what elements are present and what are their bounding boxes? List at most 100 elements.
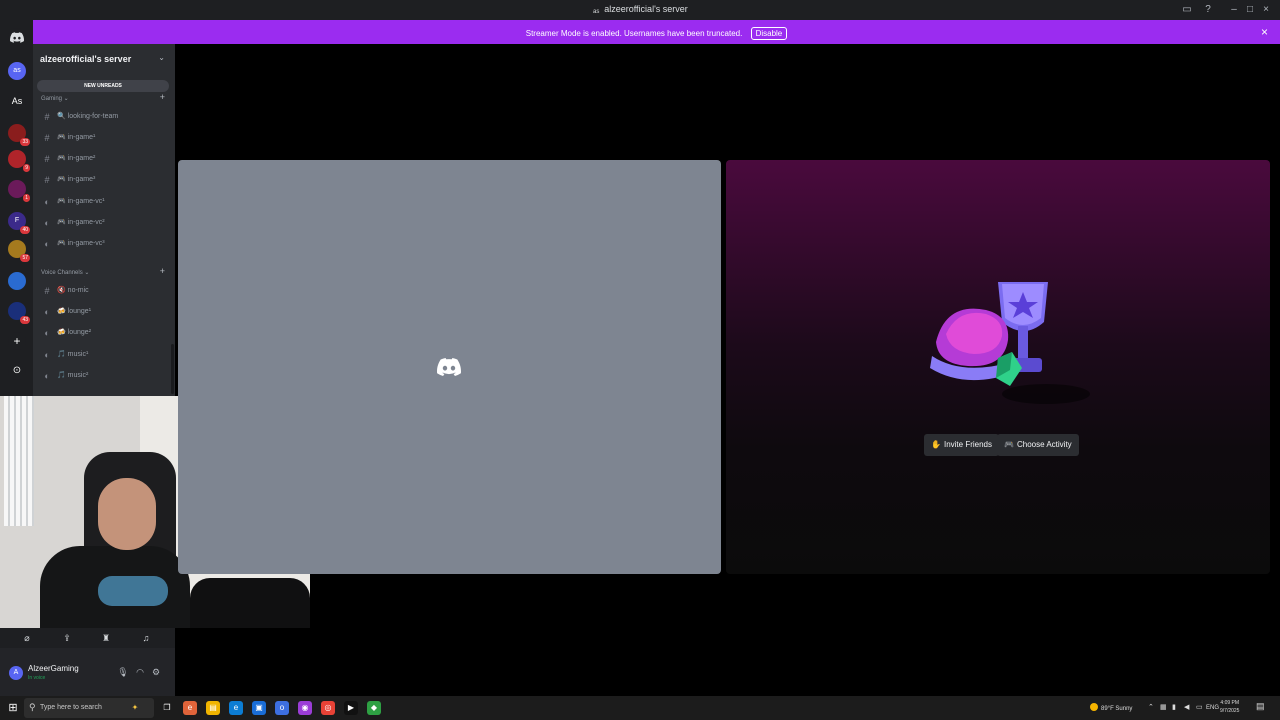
server-icon-4[interactable]: 9: [8, 150, 30, 172]
channel-emoji: 🎵: [57, 351, 66, 358]
channel-in-game-2[interactable]: # 🎮 in-game²: [41, 151, 167, 167]
chevron-up-icon[interactable]: ⌃: [1148, 701, 1154, 715]
mention-badge: 43: [20, 316, 30, 324]
server-icon-7[interactable]: 57: [8, 240, 30, 262]
help-icon[interactable]: ?: [1201, 3, 1215, 17]
mic-tray-icon[interactable]: ▮: [1172, 701, 1176, 715]
language-indicator[interactable]: ENG: [1206, 701, 1219, 715]
screen-off-icon[interactable]: ⌀: [20, 631, 34, 645]
add-channel-icon[interactable]: +: [160, 92, 165, 102]
edge-icon[interactable]: e: [229, 701, 243, 715]
soundboard-icon[interactable]: ♫: [139, 631, 153, 645]
media-player-icon[interactable]: ▶: [344, 701, 358, 715]
server-icon-9[interactable]: 43: [8, 302, 30, 324]
channel-in-game-vc-1[interactable]: ◐ 🎮 in-game-vc¹: [41, 194, 167, 210]
windows-start-icon[interactable]: ⊞: [6, 701, 20, 715]
server-icon-3[interactable]: 33: [8, 124, 30, 146]
discord-home-icon[interactable]: [8, 28, 26, 46]
server-icon-6[interactable]: F 40: [8, 212, 30, 234]
channel-music-1[interactable]: ◐ 🎵 music¹: [41, 347, 167, 363]
channel-label: in-game¹: [67, 134, 96, 141]
channel-in-game-vc-3[interactable]: ◐ 🎮 in-game-vc³: [41, 236, 167, 252]
category-voice-channels[interactable]: Voice Channels ⌄: [41, 269, 89, 276]
channel-label: no-mic: [67, 287, 89, 294]
channel-sidebar: alzeerofficial's server ⌄ NEW UNREADS Ga…: [33, 44, 175, 396]
discover-icon[interactable]: ⊙: [8, 362, 26, 380]
maximize-button[interactable]: □: [1243, 3, 1257, 17]
battery-icon[interactable]: ▭: [1196, 701, 1203, 715]
speaker-icon: ◐: [44, 218, 50, 228]
gear-icon[interactable]: ⚙: [150, 666, 162, 678]
clock-date: 9/7/2025: [1220, 708, 1240, 714]
server-icon-label: As: [11, 96, 23, 106]
choose-activity-button[interactable]: 🎮 Choose Activity: [997, 434, 1079, 456]
minimize-button[interactable]: –: [1227, 3, 1241, 17]
outlook-icon[interactable]: o: [275, 701, 289, 715]
server-icon-label: F: [14, 217, 20, 224]
category-label: Gaming: [41, 96, 63, 102]
invite-friends-button[interactable]: ✋ Invite Friends: [924, 434, 999, 456]
channel-scrollbar[interactable]: [171, 344, 174, 394]
volume-icon[interactable]: ◀: [1184, 701, 1189, 715]
webcam-chair-back: [190, 578, 310, 628]
hashtag-icon: #: [44, 286, 50, 296]
category-gaming[interactable]: Gaming ⌄: [41, 95, 69, 102]
channel-in-game-3[interactable]: # 🎮 in-game³: [41, 172, 167, 188]
network-icon[interactable]: ▦: [1160, 701, 1167, 715]
server-icon-8[interactable]: [8, 272, 26, 290]
obs-like-icon[interactable]: ◉: [298, 701, 312, 715]
channel-emoji: 🔇: [57, 287, 66, 294]
streamer-mode-banner: Streamer Mode is enabled. Usernames have…: [33, 20, 1280, 44]
server-icon-As[interactable]: As: [8, 92, 26, 110]
channel-music-2[interactable]: ◐ 🎵 music²: [41, 368, 167, 384]
chevron-down-icon[interactable]: ⌄: [158, 53, 165, 62]
notification-icon[interactable]: ▤: [1256, 701, 1265, 712]
screen-share-icon[interactable]: ⇪: [60, 631, 74, 645]
activity-icon[interactable]: ♜: [99, 631, 113, 645]
chrome-icon[interactable]: ◎: [321, 701, 335, 715]
mention-badge: 33: [20, 138, 30, 146]
channel-in-game-vc-2[interactable]: ◐ 🎮 in-game-vc²: [41, 215, 167, 231]
server-name-header[interactable]: alzeerofficial's server: [40, 54, 131, 64]
channel-lounge-1[interactable]: ◐ 🍻 lounge¹: [41, 304, 167, 320]
discord-app-icon[interactable]: ◆: [367, 701, 381, 715]
channel-no-mic[interactable]: # 🔇 no-mic: [41, 283, 167, 299]
channel-lounge-2[interactable]: ◐ 🍻 lounge²: [41, 325, 167, 341]
add-channel-icon[interactable]: +: [160, 266, 165, 276]
new-unreads-pill[interactable]: NEW UNREADS: [37, 80, 169, 92]
search-icon: ⚲: [29, 702, 36, 712]
server-icon-as[interactable]: as: [8, 62, 26, 80]
disable-streamer-mode-button[interactable]: Disable: [750, 27, 788, 40]
voice-participant-tile[interactable]: [178, 160, 721, 574]
copilot-icon[interactable]: ✦: [128, 701, 142, 715]
hashtag-icon: #: [44, 112, 50, 122]
weather-widget[interactable]: 89°F Sunny: [1090, 703, 1132, 712]
username[interactable]: AlzeerGaming: [28, 664, 79, 673]
edge-canary-icon[interactable]: e: [183, 701, 197, 715]
server-icon-5[interactable]: 1: [8, 180, 30, 202]
speaker-icon: ◐: [44, 307, 50, 317]
headphones-icon[interactable]: ◠: [134, 666, 146, 678]
add-server-button[interactable]: +: [8, 332, 26, 350]
webcam-blinds: [4, 396, 34, 526]
channel-emoji: 🎮: [57, 219, 66, 226]
gamepad-icon: 🎮: [1004, 440, 1014, 449]
taskbar-clock[interactable]: 4:09 PM 9/7/2025: [1220, 699, 1239, 715]
microphone-icon[interactable]: 🎙: [117, 666, 129, 678]
avatar[interactable]: A: [9, 666, 23, 680]
channel-looking-for-team[interactable]: # 🔍 looking-for-team: [41, 109, 167, 125]
channel-label: music²: [67, 372, 89, 379]
speaker-icon: ◐: [44, 350, 50, 360]
channel-emoji: 🍻: [57, 329, 66, 336]
speaker-icon: ◐: [44, 371, 50, 381]
channel-label: looking-for-team: [67, 113, 119, 120]
close-window-button[interactable]: ×: [1259, 3, 1273, 17]
hashtag-icon: #: [44, 154, 50, 164]
store-icon[interactable]: ▣: [252, 701, 266, 715]
channel-in-game-1[interactable]: # 🎮 in-game¹: [41, 130, 167, 146]
windows-taskbar: ⊞ ⚲ Type here to search ✦ ❐ e ▤ e ▣ o ◉ …: [0, 696, 1280, 720]
task-view-icon[interactable]: ❐: [160, 701, 174, 715]
inbox-icon[interactable]: ▭: [1180, 3, 1194, 17]
close-banner-icon[interactable]: ×: [1261, 25, 1268, 39]
file-explorer-icon[interactable]: ▤: [206, 701, 220, 715]
